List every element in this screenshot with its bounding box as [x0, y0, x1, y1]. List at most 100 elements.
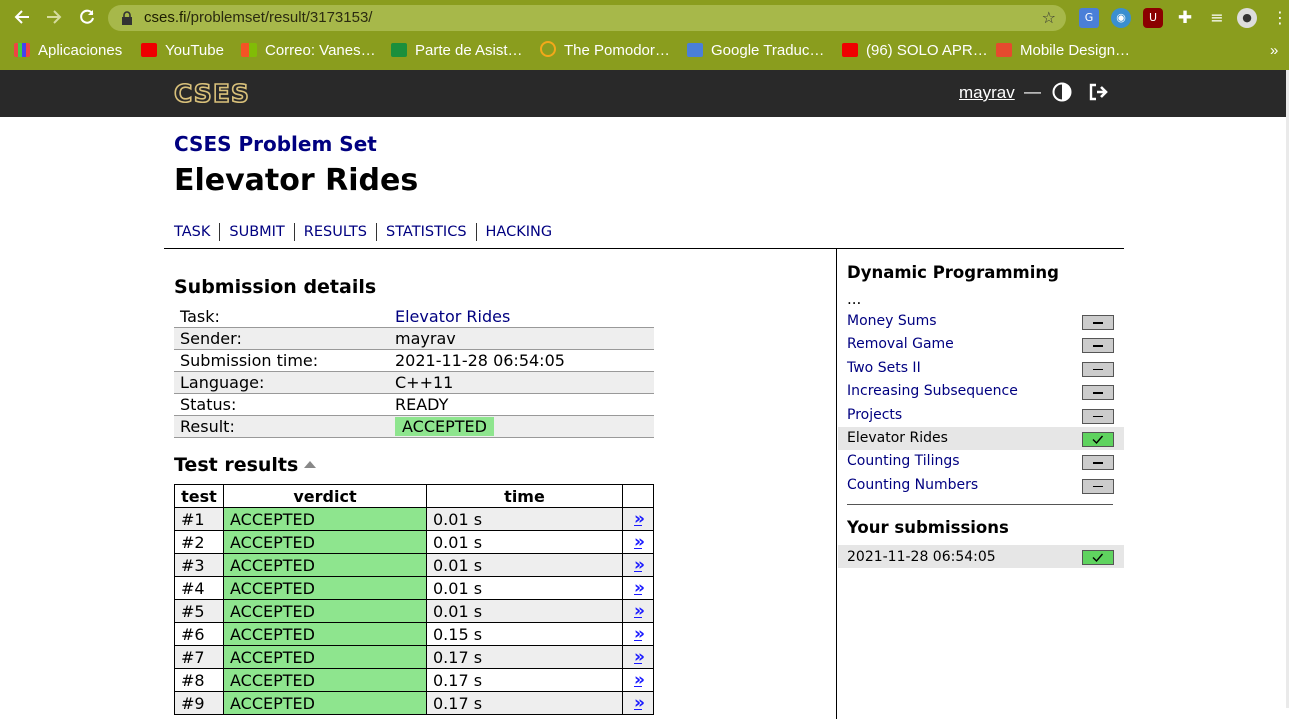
detail-value: 2021-11-28 06:54:05	[389, 349, 654, 372]
double-chevron-icon[interactable]: »	[634, 647, 645, 667]
sidebar-ellipsis: ...	[847, 290, 862, 308]
test-details-link[interactable]: »	[622, 691, 654, 715]
not-attempted-dash-icon	[1082, 455, 1114, 471]
profile-avatar[interactable]: ●	[1237, 8, 1257, 28]
table-row: Status: READY	[174, 393, 654, 416]
bookmark-correo[interactable]: Correo: Vanes…	[241, 41, 376, 61]
test-number: #9	[174, 691, 224, 715]
test-details-link[interactable]: »	[622, 645, 654, 669]
test-details-link[interactable]: »	[622, 530, 654, 554]
double-chevron-icon[interactable]: »	[634, 578, 645, 598]
sidebar-divider	[836, 249, 837, 719]
extension-icon[interactable]: ◉	[1111, 8, 1131, 28]
puzzle-extensions-icon[interactable]: ✚	[1175, 8, 1195, 28]
your-submissions-heading: Your submissions	[847, 518, 1009, 537]
divider	[164, 248, 1124, 249]
tab-task[interactable]: TASK	[174, 223, 221, 241]
test-details-link[interactable]: »	[622, 622, 654, 646]
detail-value: C++11	[389, 371, 654, 394]
sidebar-task-item[interactable]: Removal Game	[838, 333, 1124, 356]
ublock-icon[interactable]: U	[1143, 8, 1163, 28]
cses-logo[interactable]: CSES	[173, 78, 265, 110]
verdict-cell: ACCEPTED	[223, 576, 427, 600]
sidebar-task-item[interactable]: Counting Tilings	[838, 450, 1124, 473]
accepted-check-icon	[1082, 550, 1114, 565]
table-row: Task: Elevator Rides	[174, 306, 654, 328]
sidebar-task-item[interactable]: Increasing Subsequence	[838, 380, 1124, 403]
tab-submit[interactable]: SUBMIT	[229, 223, 295, 241]
verdict-cell: ACCEPTED	[223, 622, 427, 646]
time-cell: 0.01 s	[426, 507, 623, 531]
double-chevron-icon[interactable]: »	[634, 555, 645, 575]
test-number: #6	[174, 622, 224, 646]
table-row: Sender: mayrav	[174, 327, 654, 350]
sidebar-task-link[interactable]: Removal Game	[847, 336, 954, 352]
page-title: Elevator Rides	[174, 163, 419, 198]
bookmark-google-translate[interactable]: Google Traduc…	[687, 41, 824, 61]
collapse-arrow-icon[interactable]	[304, 461, 317, 468]
google-translate-extension-icon[interactable]: G	[1079, 8, 1099, 28]
bookmark-youtube[interactable]: YouTube	[141, 41, 224, 61]
back-arrow-icon[interactable]	[12, 8, 32, 28]
test-number: #7	[174, 645, 224, 669]
double-chevron-icon[interactable]: »	[634, 532, 645, 552]
youtube-icon	[141, 43, 157, 57]
sidebar-task-link[interactable]: Projects	[847, 407, 902, 423]
test-results-heading[interactable]: Test results	[174, 454, 317, 476]
forward-arrow-icon[interactable]	[44, 8, 64, 28]
reading-list-icon[interactable]: ≡	[1207, 8, 1227, 28]
test-details-link[interactable]: »	[622, 576, 654, 600]
test-details-link[interactable]: »	[622, 507, 654, 531]
test-details-link[interactable]: »	[622, 553, 654, 577]
verdict-cell: ACCEPTED	[223, 691, 427, 715]
bookmark-pomodoro[interactable]: The Pomodor…	[540, 41, 670, 61]
test-details-link[interactable]: »	[622, 668, 654, 692]
column-header-test: test	[174, 484, 224, 508]
verdict-cell: ACCEPTED	[223, 645, 427, 669]
sidebar-task-item[interactable]: Elevator Rides	[838, 426, 1124, 451]
sidebar-task-item[interactable]: Two Sets II	[838, 357, 1124, 380]
bookmark-apps[interactable]: Aplicaciones	[14, 41, 122, 61]
username-link[interactable]: mayrav	[959, 83, 1015, 103]
test-details-link[interactable]: »	[622, 599, 654, 623]
sidebar-task-link[interactable]: Counting Numbers	[847, 477, 978, 493]
test-results-table: test verdict time #1 ACCEPTED 0.01 s» #2 ACC…	[174, 484, 654, 715]
more-bookmarks-button[interactable]: »	[1270, 41, 1278, 61]
double-chevron-icon[interactable]: »	[634, 509, 645, 529]
sidebar-task-item[interactable]: Counting Numbers	[838, 474, 1124, 497]
verdict-cell: ACCEPTED	[223, 668, 427, 692]
double-chevron-icon[interactable]: »	[634, 624, 645, 644]
sidebar-task-link[interactable]: Counting Tilings	[847, 453, 960, 469]
sidebar-task-link[interactable]: Money Sums	[847, 313, 937, 329]
bookmark-mobile-design[interactable]: Mobile Design…	[996, 41, 1130, 61]
sidebar-task-item[interactable]: Projects	[838, 404, 1124, 427]
reload-icon[interactable]	[77, 8, 97, 28]
bookmark-solo-apr[interactable]: (96) SOLO APR…	[842, 41, 988, 61]
accepted-check-icon	[1082, 431, 1114, 447]
logout-icon[interactable]	[1088, 82, 1110, 106]
column-header-verdict: verdict	[223, 484, 427, 508]
bookmark-star-icon[interactable]: ☆	[1042, 8, 1056, 27]
not-attempted-dash-icon	[1082, 478, 1114, 494]
detail-value: ACCEPTED	[389, 415, 654, 438]
address-bar[interactable]: cses.fi/problemset/result/3173153/ ☆	[108, 5, 1066, 31]
table-row: #8 ACCEPTED 0.17 s »	[174, 668, 654, 692]
submission-list-item[interactable]: 2021-11-28 06:54:05	[838, 545, 1124, 568]
test-number: #4	[174, 576, 224, 600]
sidebar-task-link[interactable]: Increasing Subsequence	[847, 383, 1018, 399]
double-chevron-icon[interactable]: »	[634, 670, 645, 690]
theme-toggle-icon[interactable]	[1052, 82, 1072, 106]
tab-statistics[interactable]: STATISTICS	[386, 223, 477, 241]
sidebar-task-item[interactable]: Money Sums	[838, 310, 1124, 333]
problemset-title[interactable]: CSES Problem Set	[174, 132, 377, 156]
bookmark-parte-asistencia[interactable]: Parte de Asist…	[391, 41, 523, 61]
task-link[interactable]: Elevator Rides	[395, 307, 510, 326]
sidebar-task-link[interactable]: Two Sets II	[847, 360, 921, 376]
double-chevron-icon[interactable]: »	[634, 693, 645, 713]
test-results-label: Test results	[174, 454, 299, 476]
tab-results[interactable]: RESULTS	[304, 223, 377, 241]
browser-menu-icon[interactable]: ⋮	[1270, 8, 1289, 28]
double-chevron-icon[interactable]: »	[634, 601, 645, 621]
tab-hacking[interactable]: HACKING	[486, 223, 562, 241]
time-cell: 0.15 s	[426, 622, 623, 646]
